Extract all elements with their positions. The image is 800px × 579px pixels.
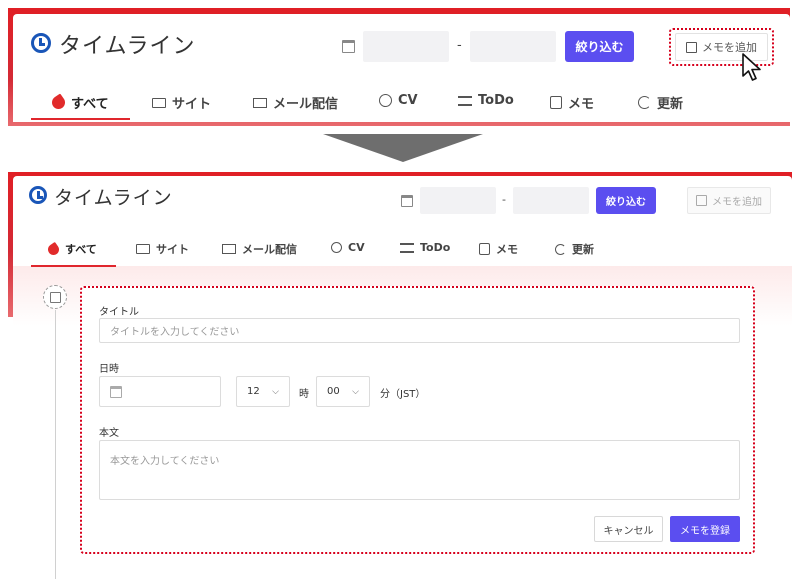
clock-icon bbox=[29, 186, 47, 204]
chat-bubble-icon bbox=[331, 242, 342, 253]
tab-mail[interactable]: メール配信 bbox=[253, 93, 338, 112]
tab-update[interactable]: 更新 bbox=[555, 241, 594, 257]
timeline-memo-marker bbox=[43, 285, 67, 309]
refresh-icon bbox=[638, 96, 651, 109]
clipboard-icon bbox=[479, 243, 490, 255]
date-to-input[interactable] bbox=[513, 187, 589, 214]
monitor-icon bbox=[152, 97, 166, 108]
chevron-down-icon: ⌵ bbox=[352, 386, 359, 397]
tab-label: CV bbox=[398, 93, 418, 108]
tab-label: 更新 bbox=[572, 243, 594, 256]
tab-mail[interactable]: メール配信 bbox=[222, 241, 297, 257]
tab-all[interactable]: すべて bbox=[45, 241, 97, 257]
title-label: タイトル bbox=[99, 307, 139, 318]
refresh-icon bbox=[555, 243, 566, 255]
minute-value: 00 bbox=[327, 386, 340, 397]
tab-cv[interactable]: CV bbox=[379, 93, 418, 108]
add-memo-label: メモを追加 bbox=[712, 197, 762, 208]
tab-all[interactable]: すべて bbox=[49, 93, 109, 112]
list-icon bbox=[400, 242, 414, 253]
memo-add-icon bbox=[696, 195, 707, 206]
tab-label: メール配信 bbox=[242, 243, 297, 256]
date-from-input[interactable] bbox=[420, 187, 496, 214]
calendar-icon bbox=[110, 385, 122, 398]
tab-active-indicator bbox=[31, 118, 130, 120]
tab-todo[interactable]: ToDo bbox=[458, 93, 514, 108]
mail-icon bbox=[253, 97, 267, 108]
monitor-icon bbox=[136, 244, 150, 254]
tab-label: CV bbox=[348, 241, 365, 254]
page-title: タイムライン bbox=[59, 34, 196, 59]
memo-body-placeholder: 本文を入力してください bbox=[110, 456, 220, 467]
memo-date-input[interactable] bbox=[99, 376, 221, 407]
calendar-icon bbox=[401, 195, 413, 207]
clock-icon bbox=[31, 33, 51, 53]
mail-icon bbox=[222, 244, 236, 254]
tab-label: サイト bbox=[172, 97, 212, 112]
date-to-input[interactable] bbox=[470, 31, 556, 62]
tab-label: ToDo bbox=[420, 241, 451, 254]
body-label: 本文 bbox=[99, 428, 119, 439]
mouse-cursor-icon bbox=[742, 53, 761, 81]
tab-memo[interactable]: メモ bbox=[479, 241, 518, 257]
tab-label: メモ bbox=[568, 97, 595, 112]
tab-active-indicator bbox=[31, 265, 116, 267]
filter-button[interactable]: 絞り込む bbox=[565, 31, 634, 62]
rocket-icon bbox=[45, 241, 62, 257]
tab-label: サイト bbox=[156, 243, 189, 256]
tab-label: メール配信 bbox=[273, 97, 339, 112]
timeline-line bbox=[55, 310, 56, 579]
tab-label: 更新 bbox=[657, 97, 684, 112]
date-from-input[interactable] bbox=[363, 31, 449, 62]
datetime-label: 日時 bbox=[99, 364, 119, 375]
submit-memo-button[interactable]: メモを登録 bbox=[670, 516, 740, 542]
tab-memo[interactable]: メモ bbox=[550, 93, 594, 112]
transition-arrow-icon bbox=[323, 134, 483, 162]
chat-bubble-icon bbox=[379, 94, 392, 107]
chevron-down-icon: ⌵ bbox=[272, 386, 279, 397]
rocket-icon bbox=[49, 93, 68, 112]
tab-todo[interactable]: ToDo bbox=[400, 241, 450, 254]
tab-label: すべて bbox=[65, 243, 97, 256]
memo-body-textarea[interactable]: 本文を入力してください bbox=[99, 440, 740, 500]
clipboard-icon bbox=[49, 291, 61, 303]
tab-update[interactable]: 更新 bbox=[638, 93, 683, 112]
minute-select[interactable]: 00 ⌵ bbox=[316, 376, 370, 407]
tab-site[interactable]: サイト bbox=[152, 93, 211, 112]
memo-title-input[interactable]: タイトルを入力してください bbox=[99, 318, 740, 343]
list-icon bbox=[458, 95, 472, 106]
tab-label: メモ bbox=[496, 243, 518, 256]
cancel-button[interactable]: キャンセル bbox=[594, 516, 663, 542]
memo-add-icon bbox=[686, 41, 697, 53]
add-memo-button[interactable]: メモを追加 bbox=[687, 187, 771, 214]
date-separator: - bbox=[457, 38, 462, 53]
tab-cv[interactable]: CV bbox=[331, 241, 365, 254]
page-title: タイムライン bbox=[54, 187, 173, 209]
hour-unit: 時 bbox=[299, 389, 309, 400]
hour-value: 12 bbox=[247, 386, 260, 397]
tab-site[interactable]: サイト bbox=[136, 241, 189, 257]
filter-button[interactable]: 絞り込む bbox=[596, 187, 656, 214]
clipboard-icon bbox=[550, 96, 562, 109]
minute-unit: 分（JST） bbox=[380, 389, 426, 400]
tab-label: すべて bbox=[71, 97, 109, 112]
tab-label: ToDo bbox=[478, 93, 514, 108]
hour-select[interactable]: 12 ⌵ bbox=[236, 376, 290, 407]
date-separator: - bbox=[502, 193, 506, 206]
calendar-icon bbox=[342, 40, 355, 53]
memo-title-placeholder: タイトルを入力してください bbox=[110, 327, 240, 338]
